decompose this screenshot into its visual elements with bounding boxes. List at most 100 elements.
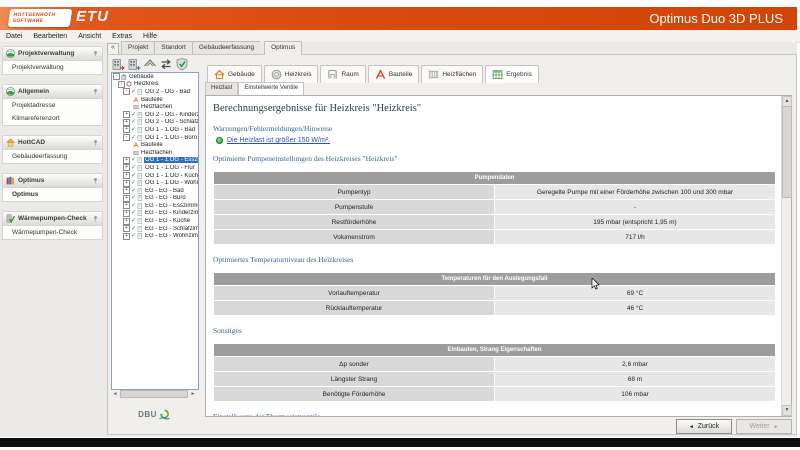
tree-item[interactable]: Bauteile — [112, 141, 198, 149]
tab-heizkreis[interactable]: Heizkreis — [264, 65, 319, 83]
tree-item[interactable]: +✓OG 1 - 1.OG - Bad — [112, 126, 198, 134]
sidebar-item-klimareferenzort[interactable]: Klimareferenzort — [3, 112, 102, 125]
sidebar-section-header-projektverwaltung[interactable]: Projektverwaltung — [3, 47, 102, 61]
sidebar-section-header-hottcad[interactable]: HottCAD — [3, 136, 102, 150]
tab-bauteile[interactable]: Bauteile — [368, 65, 420, 83]
check-icon: ✓ — [131, 112, 136, 118]
globe-icon — [6, 87, 15, 96]
tab-heizfl-chen[interactable]: Heizflächen — [421, 65, 483, 83]
sidebar-section-hottcad: HottCADGebäudeerfassung — [2, 135, 103, 164]
tree-expander-icon[interactable]: - — [123, 88, 130, 95]
pin-icon[interactable] — [92, 177, 99, 184]
vertical-scrollbar[interactable]: ▲ ▼ — [781, 96, 791, 416]
workspace-tab-projekt[interactable]: Projekt — [121, 41, 154, 55]
tree-expander-icon[interactable]: + — [123, 202, 130, 209]
table-label-cell: Volumenstrom — [214, 230, 494, 244]
tree-expander-icon[interactable]: - — [123, 134, 130, 141]
tree-item[interactable]: +✓EG - EG - Küche — [112, 217, 198, 225]
workspace-tab-standort[interactable]: Standort — [154, 41, 192, 55]
tree-expander-icon[interactable]: - — [113, 73, 120, 80]
subtab-heizlast[interactable]: Heizlast — [205, 82, 238, 95]
tree-item[interactable]: -✓ OG 2 - OG - Bad — [112, 88, 198, 96]
tree-item[interactable]: +✓EG - EG - Bad — [112, 187, 198, 195]
tab-ergebnis[interactable]: Ergebnis — [485, 65, 539, 83]
warning-link[interactable]: Die Heizlast ist größer 150 W/m². — [227, 137, 330, 144]
sidebar-item-w-rmepumpen-check[interactable]: Wärmepumpen-Check — [3, 226, 102, 239]
tree-item[interactable]: -Gebäude — [112, 73, 198, 81]
scroll-left-icon[interactable]: ◄ — [111, 390, 119, 398]
tree-item[interactable]: +✓EG - EG - Wohnzimmer — [112, 232, 198, 240]
tree-expander-icon[interactable]: + — [123, 111, 130, 118]
tree-expander-icon[interactable]: + — [123, 157, 130, 164]
globe-icon — [6, 49, 15, 58]
menu-hilfe[interactable]: Hilfe — [143, 33, 157, 40]
menu-bearbeiten[interactable]: Bearbeiten — [33, 33, 67, 40]
tree-item[interactable]: +✓OG 2 - OG - Schlafzimmer — [112, 119, 198, 127]
tree-horizontal-scrollbar[interactable]: ◄ ► — [111, 390, 197, 398]
sidebar-section-header-allgemein[interactable]: Allgemein — [3, 85, 102, 99]
tree-item[interactable]: +✓OG 1 - 1.OG - Wohnzimmer — [112, 179, 198, 187]
tree-expander-icon[interactable]: + — [123, 210, 130, 217]
table-label-cell: Δp sonder — [214, 357, 494, 371]
scrollbar-thumb[interactable] — [782, 106, 792, 198]
scrollbar-thumb[interactable] — [120, 390, 188, 398]
table-label-cell: Pumpenstufe — [214, 200, 494, 214]
pin-icon[interactable] — [92, 88, 99, 95]
subtab-einstellwerte-ventile[interactable]: Einstellwerte Ventile — [238, 82, 304, 95]
sidebar-item-projektverwaltung[interactable]: Projektverwaltung — [3, 61, 102, 74]
sidebar-section-header-optimus[interactable]: Optimus — [3, 174, 102, 188]
tree-item[interactable]: +✓EG - EG - Esszimmer — [112, 202, 198, 210]
roof-icon[interactable] — [143, 57, 157, 71]
tree-expander-icon[interactable]: + — [123, 195, 130, 202]
pin-icon[interactable] — [92, 139, 99, 146]
tab-raum[interactable]: Raum — [320, 65, 365, 83]
tree-item[interactable]: -✓OG 1 - 1.OG - Büro — [112, 134, 198, 142]
tree-expander-icon[interactable]: + — [123, 164, 130, 171]
building-export-icon[interactable] — [111, 57, 125, 71]
workspace-tab-optimus[interactable]: Optimus — [264, 41, 302, 55]
books-icon — [6, 176, 15, 185]
sidebar-item-projektadresse[interactable]: Projektadresse — [3, 99, 102, 112]
menu-datei[interactable]: Datei — [6, 33, 22, 40]
tree-item[interactable]: Heizflächen — [112, 103, 198, 111]
tree-item[interactable]: +✓OG 2 - OG - Kinderzimmer — [112, 111, 198, 119]
tab-geb-ude[interactable]: Gebäude — [207, 65, 262, 83]
tree-item[interactable]: +✓OG 1 - 1.OG - Flur — [112, 164, 198, 172]
sidebar-item-geb-udeerfassung[interactable]: Gebäudeerfassung — [3, 150, 102, 163]
pin-icon[interactable] — [92, 215, 99, 222]
tree-item[interactable]: +✓EG - EG - Büro — [112, 195, 198, 203]
tree-item[interactable]: +✓EG - EG - Schlafzimmer — [112, 225, 198, 233]
tree-expander-icon[interactable]: - — [118, 81, 125, 88]
tree-item[interactable]: +✓OG 1 - 1.OG - Esszimmer — [112, 157, 198, 165]
tree-expander-icon[interactable]: + — [123, 126, 130, 133]
table-value-cell: - — [495, 200, 775, 214]
next-button-label: Weiter — [749, 423, 769, 430]
tree-expander-icon[interactable]: + — [123, 119, 130, 126]
tree-expander-icon[interactable]: + — [123, 218, 130, 225]
back-button[interactable]: ◄ Zurück — [676, 419, 732, 434]
tree-expander-icon[interactable]: + — [123, 187, 130, 194]
sidebar-item-optimus[interactable]: Optimus — [3, 188, 102, 201]
building-add-icon[interactable] — [127, 57, 141, 71]
tree-item[interactable]: +✓EG - EG - Kinderzimmer — [112, 210, 198, 218]
next-button[interactable]: Weiter ► — [736, 419, 792, 434]
tree-expander-icon[interactable]: + — [123, 180, 130, 187]
tree-item[interactable]: -Heizkreis — [112, 81, 198, 89]
check-icon: ✓ — [131, 89, 136, 95]
tree-item-label: OG 2 - OG - Bad — [144, 89, 191, 95]
shield-check-icon[interactable] — [175, 57, 189, 71]
menu-extras[interactable]: Extras — [112, 33, 132, 40]
menu-ansicht[interactable]: Ansicht — [78, 33, 101, 40]
tree-item[interactable]: Heizflächen — [112, 149, 198, 157]
scroll-right-icon[interactable]: ► — [189, 390, 197, 398]
workspace-tab-geb-udeerfassung[interactable]: Gebäudeerfassung — [192, 41, 260, 55]
tree-expander-icon[interactable]: + — [123, 172, 130, 179]
pin-icon[interactable] — [92, 50, 99, 57]
scroll-down-icon[interactable]: ▼ — [782, 405, 792, 416]
tree-item[interactable]: +✓OG 1 - 1.OG - Küche — [112, 172, 198, 180]
sidebar-section-header-w-rmepumpen-check[interactable]: Wärmepumpen-Check — [3, 212, 102, 226]
tree-expander-icon[interactable]: + — [123, 225, 130, 232]
tree-expander-icon[interactable]: + — [123, 233, 130, 240]
swap-arrows-icon[interactable] — [159, 57, 173, 71]
tree-item[interactable]: Bauteile — [112, 96, 198, 104]
